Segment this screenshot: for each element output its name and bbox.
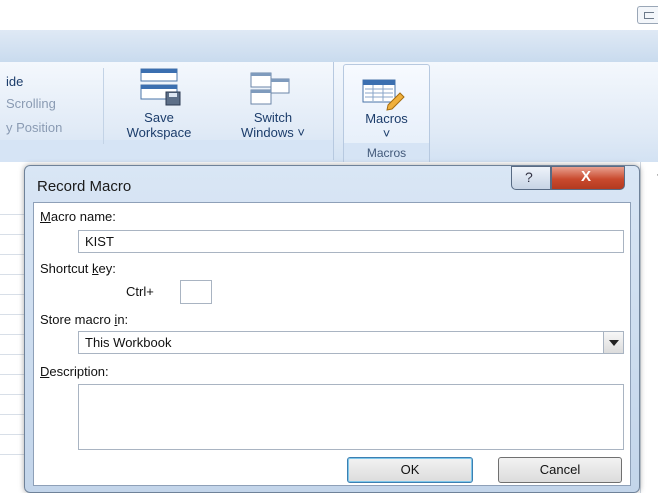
switch-windows-button[interactable]: Switch Windows ˅ xyxy=(218,110,328,140)
dialog-body: Macro name: KIST Shortcut key: Ctrl+ Sto… xyxy=(33,202,631,486)
save-workspace-icon xyxy=(140,68,184,108)
macros-dropdown-icon[interactable]: ˅ xyxy=(344,126,429,141)
record-macro-dialog: Record Macro ? X Macro name: KIST Shortc… xyxy=(24,165,640,493)
save-workspace-label-line2: Workspace xyxy=(126,125,192,140)
shortcut-key-label: Shortcut key: xyxy=(40,261,116,276)
save-workspace-button[interactable]: Save Workspace xyxy=(114,110,204,140)
store-macro-in-label: Store macro in: xyxy=(40,312,129,327)
description-textarea[interactable] xyxy=(78,384,624,450)
ribbon-tab-strip xyxy=(0,30,658,63)
macro-name-label: Macro name: xyxy=(40,209,116,224)
store-macro-in-value: This Workbook xyxy=(85,335,172,350)
shortcut-key-input[interactable] xyxy=(180,280,212,304)
column-header-strip: T xyxy=(640,162,658,493)
view-side-by-side-button[interactable]: ide xyxy=(6,74,23,89)
ok-button[interactable]: OK xyxy=(347,457,473,483)
document-caption-fragment xyxy=(0,0,658,30)
macros-group-label: Macros xyxy=(344,143,429,163)
ribbon-separator xyxy=(103,68,104,144)
macro-name-input[interactable]: KIST xyxy=(78,230,624,253)
dropdown-arrow-icon[interactable] xyxy=(603,332,623,353)
close-icon: X xyxy=(581,168,592,185)
cancel-button[interactable]: Cancel xyxy=(498,457,622,483)
help-button[interactable]: ? xyxy=(511,166,551,190)
reset-window-position-button[interactable]: y Position xyxy=(6,120,62,135)
synchronous-scrolling-button[interactable]: Scrolling xyxy=(6,96,56,111)
shortcut-ctrl-prefix: Ctrl+ xyxy=(126,284,154,299)
macros-icon xyxy=(362,79,406,111)
save-workspace-label-line1: Save xyxy=(144,110,174,125)
description-label: Description: xyxy=(40,364,109,379)
help-icon: ? xyxy=(525,169,533,185)
macros-group: Macros ˅ Macros xyxy=(343,64,430,164)
switch-windows-label-line2: Windows ˅ xyxy=(241,125,305,140)
macro-name-value: KIST xyxy=(85,234,114,249)
store-macro-in-select[interactable]: This Workbook xyxy=(78,331,624,354)
switch-windows-label-line1: Switch xyxy=(253,110,293,125)
macros-button-label: Macros xyxy=(365,111,408,126)
dialog-title: Record Macro xyxy=(37,178,132,195)
switch-windows-icon xyxy=(250,72,294,108)
macros-button[interactable]: Macros ˅ xyxy=(344,111,429,141)
restore-window-control[interactable] xyxy=(637,6,658,24)
close-button[interactable]: X xyxy=(551,166,625,190)
